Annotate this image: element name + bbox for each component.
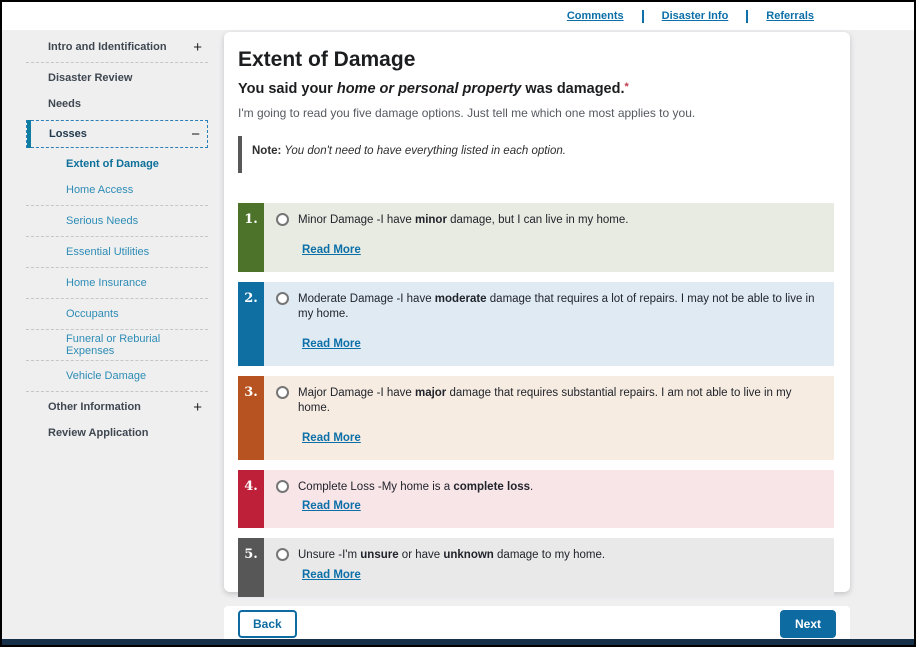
sidebar-item-label: Needs [48, 98, 202, 110]
note-box: Note: You don't need to have everything … [238, 136, 834, 173]
read-more-link[interactable]: Read More [302, 244, 361, 256]
option-select-area[interactable]: Major Damage -I have major damage that r… [276, 386, 820, 417]
sidebar-item-intro-and-identification[interactable]: Intro and Identification + [26, 34, 208, 60]
sidebar-item-label: Occupants [66, 308, 208, 320]
radio-button[interactable] [276, 292, 289, 305]
damage-options-list: 1. Minor Damage -I have minor damage, bu… [238, 203, 834, 597]
sidebar-item-label: Extent of Damage [66, 158, 208, 170]
sidebar-divider [26, 329, 208, 330]
option-number-badge: 2. [238, 282, 264, 366]
main-panel: Extent of Damage You said your home or p… [224, 32, 850, 592]
damage-option-minor: 1. Minor Damage -I have minor damage, bu… [238, 203, 834, 272]
sidebar-item-needs[interactable]: Needs [26, 91, 208, 117]
plus-icon[interactable]: + [193, 400, 202, 415]
option-text: Minor Damage -I have minor damage, but I… [298, 213, 628, 229]
option-number-badge: 4. [238, 470, 264, 529]
radio-button[interactable] [276, 480, 289, 493]
active-section-accent-bar [27, 120, 31, 148]
next-button[interactable]: Next [780, 610, 836, 638]
note-text: You don't need to have everything listed… [281, 145, 566, 157]
sidebar-item-label: Home Access [66, 184, 208, 196]
sidebar-divider [26, 62, 208, 63]
plus-icon[interactable]: + [193, 40, 202, 55]
option-select-area[interactable]: Unsure -I'm unsure or have unknown damag… [276, 548, 820, 564]
sidebar: Intro and Identification + Disaster Revi… [26, 34, 208, 446]
question-text: You said your home or personal property … [238, 81, 834, 97]
sidebar-item-funeral-or-reburial-expenses[interactable]: Funeral or Reburial Expenses [26, 332, 208, 358]
back-button[interactable]: Back [238, 610, 297, 638]
sidebar-item-essential-utilities[interactable]: Essential Utilities [26, 239, 208, 265]
sidebar-divider [26, 205, 208, 206]
sidebar-item-disaster-review[interactable]: Disaster Review [26, 65, 208, 91]
sidebar-item-label: Serious Needs [66, 215, 208, 227]
sidebar-item-label: Funeral or Reburial Expenses [66, 333, 208, 357]
sidebar-item-home-insurance[interactable]: Home Insurance [26, 270, 208, 296]
damage-option-complete-loss: 4. Complete Loss -My home is a complete … [238, 470, 834, 529]
sidebar-item-label: Essential Utilities [66, 246, 208, 258]
nav-separator [642, 10, 644, 23]
read-more-link[interactable]: Read More [302, 569, 361, 581]
helper-text: I'm going to read you five damage option… [238, 106, 834, 120]
page-title: Extent of Damage [238, 48, 834, 72]
option-text: Major Damage -I have major damage that r… [298, 386, 820, 417]
app-window: Comments Disaster Info Referrals Intro a… [0, 0, 916, 647]
damage-option-moderate: 2. Moderate Damage -I have moderate dama… [238, 282, 834, 366]
minus-icon[interactable]: − [191, 127, 200, 142]
sidebar-divider [26, 391, 208, 392]
sidebar-item-label: Intro and Identification [48, 41, 193, 53]
sidebar-item-label: Other Information [48, 401, 193, 413]
sidebar-item-extent-of-damage[interactable]: Extent of Damage [26, 151, 208, 177]
top-nav: Comments Disaster Info Referrals [2, 2, 914, 30]
sidebar-item-label: Home Insurance [66, 277, 208, 289]
sidebar-item-vehicle-damage[interactable]: Vehicle Damage [26, 363, 208, 389]
option-text: Moderate Damage -I have moderate damage … [298, 292, 820, 323]
option-select-area[interactable]: Minor Damage -I have minor damage, but I… [276, 213, 820, 229]
read-more-link[interactable]: Read More [302, 500, 361, 512]
sidebar-item-label: Review Application [48, 427, 202, 439]
action-bar: Back Next [224, 606, 850, 642]
radio-button[interactable] [276, 548, 289, 561]
sidebar-divider [26, 267, 208, 268]
sidebar-item-home-access[interactable]: Home Access [26, 177, 208, 203]
option-number-badge: 1. [238, 203, 264, 272]
damage-option-major: 3. Major Damage -I have major damage tha… [238, 376, 834, 460]
option-text: Complete Loss -My home is a complete los… [298, 480, 533, 496]
read-more-link[interactable]: Read More [302, 338, 361, 350]
note-label: Note: [252, 145, 281, 157]
required-marker: * [625, 81, 629, 93]
nav-separator [746, 10, 748, 23]
sidebar-item-occupants[interactable]: Occupants [26, 301, 208, 327]
read-more-link[interactable]: Read More [302, 432, 361, 444]
sidebar-item-review-application[interactable]: Review Application [26, 420, 208, 446]
sidebar-item-losses[interactable]: Losses − [26, 120, 208, 148]
damage-option-unsure: 5. Unsure -I'm unsure or have unknown da… [238, 538, 834, 597]
sidebar-divider [26, 236, 208, 237]
option-number-badge: 5. [238, 538, 264, 597]
sidebar-item-other-information[interactable]: Other Information + [26, 394, 208, 420]
sidebar-item-serious-needs[interactable]: Serious Needs [26, 208, 208, 234]
sidebar-divider [26, 298, 208, 299]
sidebar-item-label: Vehicle Damage [66, 370, 208, 382]
option-select-area[interactable]: Moderate Damage -I have moderate damage … [276, 292, 820, 323]
sidebar-item-label: Losses [49, 128, 191, 140]
question-emphasis: home or personal property [337, 81, 522, 97]
option-text: Unsure -I'm unsure or have unknown damag… [298, 548, 605, 564]
radio-button[interactable] [276, 386, 289, 399]
top-nav-comments[interactable]: Comments [567, 10, 624, 22]
sidebar-divider [26, 360, 208, 361]
sidebar-item-label: Disaster Review [48, 72, 202, 84]
radio-button[interactable] [276, 213, 289, 226]
footer-bar [2, 639, 914, 645]
top-nav-referrals[interactable]: Referrals [766, 10, 814, 22]
option-select-area[interactable]: Complete Loss -My home is a complete los… [276, 480, 820, 496]
option-number-badge: 3. [238, 376, 264, 460]
top-nav-disaster-info[interactable]: Disaster Info [662, 10, 729, 22]
